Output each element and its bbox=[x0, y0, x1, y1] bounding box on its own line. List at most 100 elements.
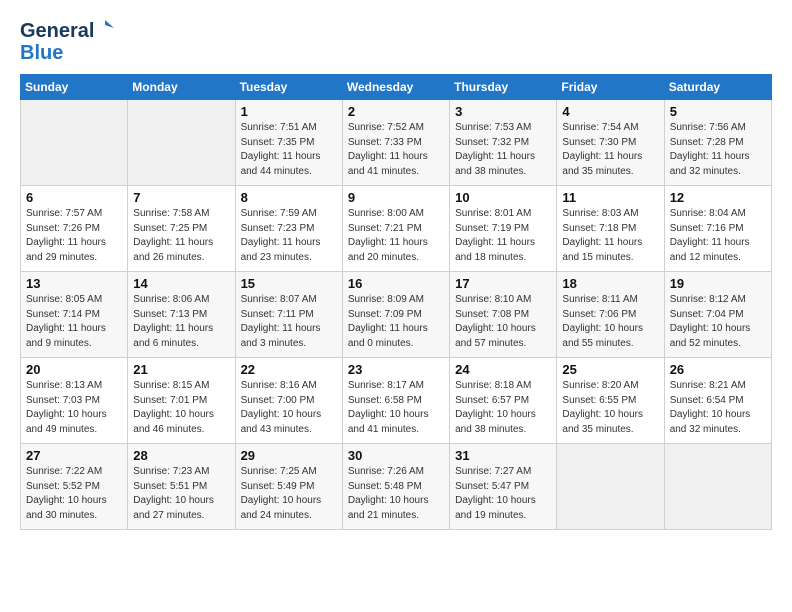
calendar-cell: 10 Sunrise: 8:01 AM Sunset: 7:19 PM Dayli… bbox=[450, 186, 557, 272]
day-number: 11 bbox=[562, 190, 658, 205]
day-detail: Sunrise: 7:57 AM Sunset: 7:26 PM Dayligh… bbox=[26, 207, 122, 265]
day-of-week-sunday: Sunday bbox=[21, 75, 128, 100]
day-of-week-tuesday: Tuesday bbox=[235, 75, 342, 100]
day-number: 21 bbox=[133, 362, 229, 377]
day-detail: Sunrise: 7:51 AM Sunset: 7:35 PM Dayligh… bbox=[241, 121, 337, 179]
day-detail: Sunrise: 8:11 AM Sunset: 7:06 PM Dayligh… bbox=[562, 293, 658, 351]
calendar-cell: 18 Sunrise: 8:11 AM Sunset: 7:06 PM Dayli… bbox=[557, 272, 664, 358]
calendar-cell: 6 Sunrise: 7:57 AM Sunset: 7:26 PM Daylig… bbox=[21, 186, 128, 272]
week-row-5: 27 Sunrise: 7:22 AM Sunset: 5:52 PM Dayli… bbox=[21, 444, 772, 530]
day-number: 2 bbox=[348, 104, 444, 119]
day-number: 10 bbox=[455, 190, 551, 205]
day-detail: Sunrise: 8:06 AM Sunset: 7:13 PM Dayligh… bbox=[133, 293, 229, 351]
calendar-cell: 27 Sunrise: 7:22 AM Sunset: 5:52 PM Dayli… bbox=[21, 444, 128, 530]
day-number: 24 bbox=[455, 362, 551, 377]
calendar-cell: 7 Sunrise: 7:58 AM Sunset: 7:25 PM Daylig… bbox=[128, 186, 235, 272]
day-number: 26 bbox=[670, 362, 766, 377]
calendar-cell: 5Sunrise: 7:56 AM Sunset: 7:28 PM Daylig… bbox=[664, 100, 771, 186]
day-number: 14 bbox=[133, 276, 229, 291]
calendar-cell: 20Sunrise: 8:13 AM Sunset: 7:03 PM Dayli… bbox=[21, 358, 128, 444]
calendar-cell: 11 Sunrise: 8:03 AM Sunset: 7:18 PM Dayli… bbox=[557, 186, 664, 272]
day-number: 13 bbox=[26, 276, 122, 291]
day-detail: Sunrise: 8:18 AM Sunset: 6:57 PM Dayligh… bbox=[455, 379, 551, 437]
day-detail: Sunrise: 8:00 AM Sunset: 7:21 PM Dayligh… bbox=[348, 207, 444, 265]
day-detail: Sunrise: 8:20 AM Sunset: 6:55 PM Dayligh… bbox=[562, 379, 658, 437]
day-number: 27 bbox=[26, 448, 122, 463]
calendar-cell: 30 Sunrise: 7:26 AM Sunset: 5:48 PM Dayli… bbox=[342, 444, 449, 530]
calendar-cell: 26 Sunrise: 8:21 AM Sunset: 6:54 PM Dayli… bbox=[664, 358, 771, 444]
day-detail: Sunrise: 8:16 AM Sunset: 7:00 PM Dayligh… bbox=[241, 379, 337, 437]
calendar-cell: 13 Sunrise: 8:05 AM Sunset: 7:14 PM Dayli… bbox=[21, 272, 128, 358]
calendar-cell: 9 Sunrise: 8:00 AM Sunset: 7:21 PM Daylig… bbox=[342, 186, 449, 272]
calendar-cell bbox=[557, 444, 664, 530]
header: General Blue bbox=[20, 16, 772, 64]
day-detail: Sunrise: 7:25 AM Sunset: 5:49 PM Dayligh… bbox=[241, 465, 337, 523]
day-number: 5 bbox=[670, 104, 766, 119]
day-number: 6 bbox=[26, 190, 122, 205]
day-detail: Sunrise: 7:59 AM Sunset: 7:23 PM Dayligh… bbox=[241, 207, 337, 265]
day-number: 29 bbox=[241, 448, 337, 463]
day-detail: Sunrise: 7:26 AM Sunset: 5:48 PM Dayligh… bbox=[348, 465, 444, 523]
week-row-3: 13 Sunrise: 8:05 AM Sunset: 7:14 PM Dayli… bbox=[21, 272, 772, 358]
day-number: 22 bbox=[241, 362, 337, 377]
calendar-cell: 29 Sunrise: 7:25 AM Sunset: 5:49 PM Dayli… bbox=[235, 444, 342, 530]
calendar-cell: 24 Sunrise: 8:18 AM Sunset: 6:57 PM Dayli… bbox=[450, 358, 557, 444]
day-detail: Sunrise: 7:54 AM Sunset: 7:30 PM Dayligh… bbox=[562, 121, 658, 179]
day-detail: Sunrise: 8:09 AM Sunset: 7:09 PM Dayligh… bbox=[348, 293, 444, 351]
day-number: 3 bbox=[455, 104, 551, 119]
calendar-cell: 8 Sunrise: 7:59 AM Sunset: 7:23 PM Daylig… bbox=[235, 186, 342, 272]
day-number: 1 bbox=[241, 104, 337, 119]
day-detail: Sunrise: 7:52 AM Sunset: 7:33 PM Dayligh… bbox=[348, 121, 444, 179]
day-of-week-thursday: Thursday bbox=[450, 75, 557, 100]
day-number: 19 bbox=[670, 276, 766, 291]
day-detail: Sunrise: 7:22 AM Sunset: 5:52 PM Dayligh… bbox=[26, 465, 122, 523]
day-number: 9 bbox=[348, 190, 444, 205]
calendar-cell: 1 Sunrise: 7:51 AM Sunset: 7:35 PM Daylig… bbox=[235, 100, 342, 186]
calendar-cell: 23Sunrise: 8:17 AM Sunset: 6:58 PM Dayli… bbox=[342, 358, 449, 444]
calendar-cell: 2 Sunrise: 7:52 AM Sunset: 7:33 PM Daylig… bbox=[342, 100, 449, 186]
day-number: 15 bbox=[241, 276, 337, 291]
day-number: 17 bbox=[455, 276, 551, 291]
day-of-week-wednesday: Wednesday bbox=[342, 75, 449, 100]
calendar-cell: 21 Sunrise: 8:15 AM Sunset: 7:01 PM Dayli… bbox=[128, 358, 235, 444]
day-number: 20 bbox=[26, 362, 122, 377]
calendar-cell: 16 Sunrise: 8:09 AM Sunset: 7:09 PM Dayli… bbox=[342, 272, 449, 358]
calendar-cell: 19Sunrise: 8:12 AM Sunset: 7:04 PM Dayli… bbox=[664, 272, 771, 358]
day-detail: Sunrise: 8:03 AM Sunset: 7:18 PM Dayligh… bbox=[562, 207, 658, 265]
week-row-2: 6 Sunrise: 7:57 AM Sunset: 7:26 PM Daylig… bbox=[21, 186, 772, 272]
day-of-week-monday: Monday bbox=[128, 75, 235, 100]
calendar-cell: 12Sunrise: 8:04 AM Sunset: 7:16 PM Dayli… bbox=[664, 186, 771, 272]
day-number: 31 bbox=[455, 448, 551, 463]
logo-bird-icon bbox=[96, 18, 114, 36]
day-of-week-saturday: Saturday bbox=[664, 75, 771, 100]
calendar-cell: 15 Sunrise: 8:07 AM Sunset: 7:11 PM Dayli… bbox=[235, 272, 342, 358]
day-number: 4 bbox=[562, 104, 658, 119]
calendar-cell: 4 Sunrise: 7:54 AM Sunset: 7:30 PM Daylig… bbox=[557, 100, 664, 186]
calendar-cell: 28 Sunrise: 7:23 AM Sunset: 5:51 PM Dayli… bbox=[128, 444, 235, 530]
day-number: 28 bbox=[133, 448, 229, 463]
day-number: 7 bbox=[133, 190, 229, 205]
day-detail: Sunrise: 8:01 AM Sunset: 7:19 PM Dayligh… bbox=[455, 207, 551, 265]
logo-general: General bbox=[20, 20, 94, 42]
logo-wordmark: General Blue bbox=[20, 20, 114, 64]
day-detail: Sunrise: 7:23 AM Sunset: 5:51 PM Dayligh… bbox=[133, 465, 229, 523]
day-number: 8 bbox=[241, 190, 337, 205]
day-detail: Sunrise: 8:17 AM Sunset: 6:58 PM Dayligh… bbox=[348, 379, 444, 437]
calendar-cell bbox=[21, 100, 128, 186]
calendar-container: General Blue SundayMondayTuesdayWednesda… bbox=[0, 0, 792, 546]
calendar-cell: 31Sunrise: 7:27 AM Sunset: 5:47 PM Dayli… bbox=[450, 444, 557, 530]
day-number: 16 bbox=[348, 276, 444, 291]
day-number: 18 bbox=[562, 276, 658, 291]
day-detail: Sunrise: 8:04 AM Sunset: 7:16 PM Dayligh… bbox=[670, 207, 766, 265]
day-number: 25 bbox=[562, 362, 658, 377]
calendar-cell bbox=[128, 100, 235, 186]
calendar-cell: 25 Sunrise: 8:20 AM Sunset: 6:55 PM Dayli… bbox=[557, 358, 664, 444]
day-number: 30 bbox=[348, 448, 444, 463]
day-detail: Sunrise: 8:05 AM Sunset: 7:14 PM Dayligh… bbox=[26, 293, 122, 351]
day-detail: Sunrise: 7:58 AM Sunset: 7:25 PM Dayligh… bbox=[133, 207, 229, 265]
day-detail: Sunrise: 8:21 AM Sunset: 6:54 PM Dayligh… bbox=[670, 379, 766, 437]
day-detail: Sunrise: 8:15 AM Sunset: 7:01 PM Dayligh… bbox=[133, 379, 229, 437]
day-detail: Sunrise: 8:07 AM Sunset: 7:11 PM Dayligh… bbox=[241, 293, 337, 351]
logo-blue: Blue bbox=[20, 42, 114, 64]
calendar-table: SundayMondayTuesdayWednesdayThursdayFrid… bbox=[20, 74, 772, 530]
